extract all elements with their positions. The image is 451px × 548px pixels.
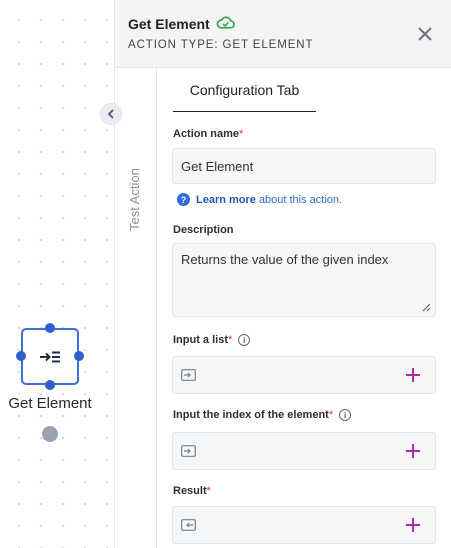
node-handle-right[interactable] bbox=[74, 351, 84, 361]
add-input-list-icon[interactable] bbox=[404, 366, 422, 384]
action-name-value: Get Element bbox=[181, 158, 254, 174]
node-status-dot bbox=[42, 426, 58, 442]
workflow-canvas[interactable]: Get Element bbox=[0, 0, 114, 548]
input-index-field[interactable] bbox=[172, 432, 436, 470]
node-handle-bottom[interactable] bbox=[45, 380, 55, 390]
info-icon[interactable]: i bbox=[238, 334, 251, 347]
get-element-node[interactable] bbox=[21, 328, 79, 385]
result-field[interactable] bbox=[172, 506, 436, 544]
output-variable-icon bbox=[181, 519, 196, 531]
action-name-label: Action name* bbox=[173, 128, 244, 140]
node-handle-left[interactable] bbox=[16, 351, 26, 361]
test-action-strip[interactable]: Test Action bbox=[115, 68, 157, 548]
help-icon: ? bbox=[177, 193, 190, 206]
node-handle-top[interactable] bbox=[45, 323, 55, 333]
add-result-icon[interactable] bbox=[404, 516, 422, 534]
input-variable-icon bbox=[181, 369, 196, 381]
action-name-input[interactable]: Get Element bbox=[172, 148, 436, 184]
description-label: Description bbox=[173, 224, 234, 236]
panel-title: Get Element bbox=[128, 16, 210, 32]
learn-more-link[interactable]: Learn more bbox=[196, 194, 256, 206]
add-input-index-icon[interactable] bbox=[404, 442, 422, 460]
action-type-label: ACTION TYPE: GET ELEMENT bbox=[128, 39, 314, 51]
help-text: about this action. bbox=[258, 193, 343, 206]
input-index-label: Input the index of the element* i bbox=[173, 409, 352, 422]
collapse-panel-button[interactable] bbox=[100, 103, 122, 125]
chevron-left-icon bbox=[107, 109, 114, 119]
tab-configuration[interactable]: Configuration Tab bbox=[173, 82, 316, 112]
description-textarea[interactable]: Returns the value of the given index bbox=[172, 243, 436, 317]
info-icon[interactable]: i bbox=[339, 409, 352, 422]
cloud-check-icon bbox=[216, 16, 235, 29]
resize-grip-icon[interactable] bbox=[422, 303, 431, 312]
input-variable-icon bbox=[181, 445, 196, 457]
configuration-content: Configuration Tab Action name* Get Eleme… bbox=[157, 68, 451, 548]
help-row: ? Learn more about this action. bbox=[177, 193, 342, 206]
result-label: Result* bbox=[173, 485, 211, 497]
description-value: Returns the value of the given index bbox=[181, 252, 389, 267]
close-icon[interactable] bbox=[415, 24, 435, 44]
panel-header: Get Element ACTION TYPE: GET ELEMENT bbox=[115, 0, 451, 68]
node-label: Get Element bbox=[8, 395, 92, 412]
arrow-to-list-icon bbox=[40, 351, 60, 362]
input-list-field[interactable] bbox=[172, 356, 436, 394]
tab-test-action[interactable]: Test Action bbox=[127, 168, 142, 231]
input-list-label: Input a list* i bbox=[173, 334, 251, 347]
